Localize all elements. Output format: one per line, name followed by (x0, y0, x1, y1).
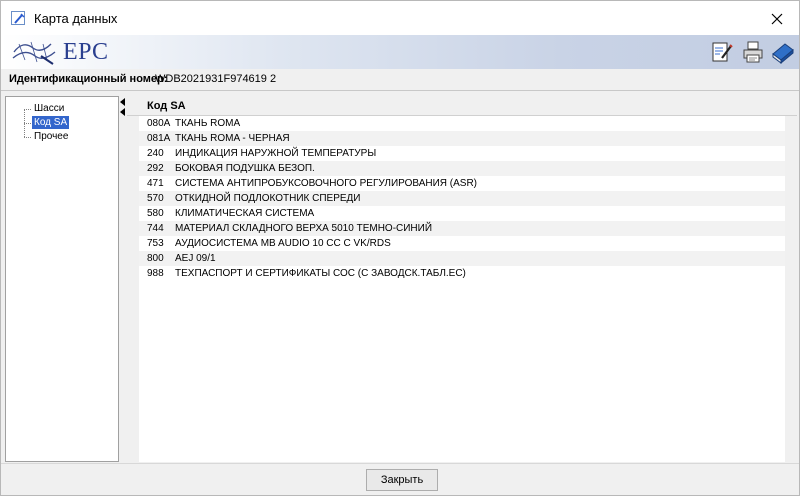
sa-description: АУДИОСИСТЕМА MB AUDIO 10 CC C VK/RDS (175, 238, 391, 249)
tree-connector (24, 137, 31, 138)
sa-description: ТКАНЬ ROMA (175, 118, 241, 129)
column-header-sa-code: Код SA (147, 100, 186, 112)
sa-code: 570 (147, 193, 164, 204)
table-row[interactable]: 570 ОТКИДНОЙ ПОДЛОКОТНИК СПЕРЕДИ (139, 191, 785, 206)
table-body: 080A ТКАНЬ ROMA 081A ТКАНЬ ROMA - ЧЕРНАЯ 2… (139, 116, 785, 462)
table-row[interactable]: 800 AEJ 09/1 (139, 251, 785, 266)
sa-code: 081A (147, 133, 171, 144)
sa-code: 744 (147, 223, 164, 234)
close-icon (771, 13, 783, 25)
panel-splitter[interactable] (119, 96, 127, 462)
sa-code: 988 (147, 268, 164, 279)
book-icon (772, 43, 794, 65)
sa-code: 240 (147, 148, 164, 159)
print-button[interactable] (741, 40, 765, 64)
dialog-footer: Закрыть (1, 463, 799, 495)
sa-description: ТЕХПАСПОРТ И СЕРТИФИКАТЫ СОС (С ЗАВОДСК.… (175, 268, 466, 279)
table-row[interactable]: 471 СИСТЕМА АНТИПРОБУКСОВОЧНОГО РЕГУЛИРОВ… (139, 176, 785, 191)
window-close-button[interactable] (763, 7, 791, 31)
sa-description: ТКАНЬ ROMA - ЧЕРНАЯ (175, 133, 290, 144)
edit-document-icon (712, 42, 733, 62)
category-tree: Шасси Код SA Прочее (5, 96, 119, 462)
table-row[interactable]: 240 ИНДИКАЦИЯ НАРУЖНОЙ ТЕМПЕРАТУРЫ (139, 146, 785, 161)
table-row[interactable]: 081A ТКАНЬ ROMA - ЧЕРНАЯ (139, 131, 785, 146)
title-bar: Карта данных (1, 1, 799, 35)
sa-description: ИНДИКАЦИЯ НАРУЖНОЙ ТЕМПЕРАТУРЫ (175, 148, 377, 159)
tree-item-sa-code[interactable]: Код SA (32, 116, 70, 129)
table-row[interactable]: 080A ТКАНЬ ROMA (139, 116, 785, 131)
sa-code: 753 (147, 238, 164, 249)
sa-description: БОКОВАЯ ПОДУШКА БЕЗОП. (175, 163, 315, 174)
collapse-arrow-icon (120, 108, 125, 116)
sa-code: 471 (147, 178, 164, 189)
sa-code: 080A (147, 118, 171, 129)
tree-item-chassis[interactable]: Шасси (32, 102, 66, 115)
sa-code: 800 (147, 253, 164, 264)
book-button[interactable] (771, 40, 795, 65)
table-header: Код SA (127, 96, 797, 116)
sa-description: МАТЕРИАЛ СКЛАДНОГО ВЕРХА 5010 ТЕМНО-СИНИ… (175, 223, 433, 234)
table-row[interactable]: 744 МАТЕРИАЛ СКЛАДНОГО ВЕРХА 5010 ТЕМНО-С… (139, 221, 785, 236)
collapse-arrow-icon (120, 98, 125, 106)
sa-code: 580 (147, 208, 164, 219)
printer-icon (743, 41, 763, 63)
tree-item-other[interactable]: Прочее (32, 130, 70, 143)
sa-code-table: Код SA 080A ТКАНЬ ROMA 081A ТКАНЬ ROMA - Ч… (127, 96, 797, 462)
identification-bar: Идентификационный номер: WDB2021931F9746… (1, 69, 799, 91)
sa-description: СИСТЕМА АНТИПРОБУКСОВОЧНОГО РЕГУЛИРОВАНИ… (175, 178, 478, 189)
sa-code: 292 (147, 163, 164, 174)
tree-connector (24, 123, 31, 124)
table-row[interactable]: 292 БОКОВАЯ ПОДУШКА БЕЗОП. (139, 161, 785, 176)
sa-description: КЛИМАТИЧЕСКАЯ СИСТЕМА (175, 208, 315, 219)
sa-description: AEJ 09/1 (175, 253, 216, 264)
window-title: Карта данных (34, 11, 118, 26)
id-number-value: WDB2021931F974619 2 (155, 73, 277, 85)
table-row[interactable]: 988 ТЕХПАСПОРТ И СЕРТИФИКАТЫ СОС (С ЗАВОД… (139, 266, 785, 281)
epc-logo-icon (11, 38, 57, 66)
close-dialog-button[interactable]: Закрыть (366, 469, 438, 491)
table-row[interactable]: 753 АУДИОСИСТЕМА MB AUDIO 10 CC C VK/RDS (139, 236, 785, 251)
sa-description: ОТКИДНОЙ ПОДЛОКОТНИК СПЕРЕДИ (175, 193, 361, 204)
epc-logo-text: EPC (63, 39, 109, 65)
epc-banner: EPC (1, 35, 799, 69)
table-row[interactable]: 580 КЛИМАТИЧЕСКАЯ СИСТЕМА (139, 206, 785, 221)
id-number-label: Идентификационный номер: (9, 73, 168, 85)
edit-document-button[interactable] (710, 40, 734, 64)
epc-app-icon (11, 11, 25, 25)
data-card-window: Карта данных EPC Идентификационный номер… (0, 0, 800, 496)
tree-connector (24, 109, 31, 110)
